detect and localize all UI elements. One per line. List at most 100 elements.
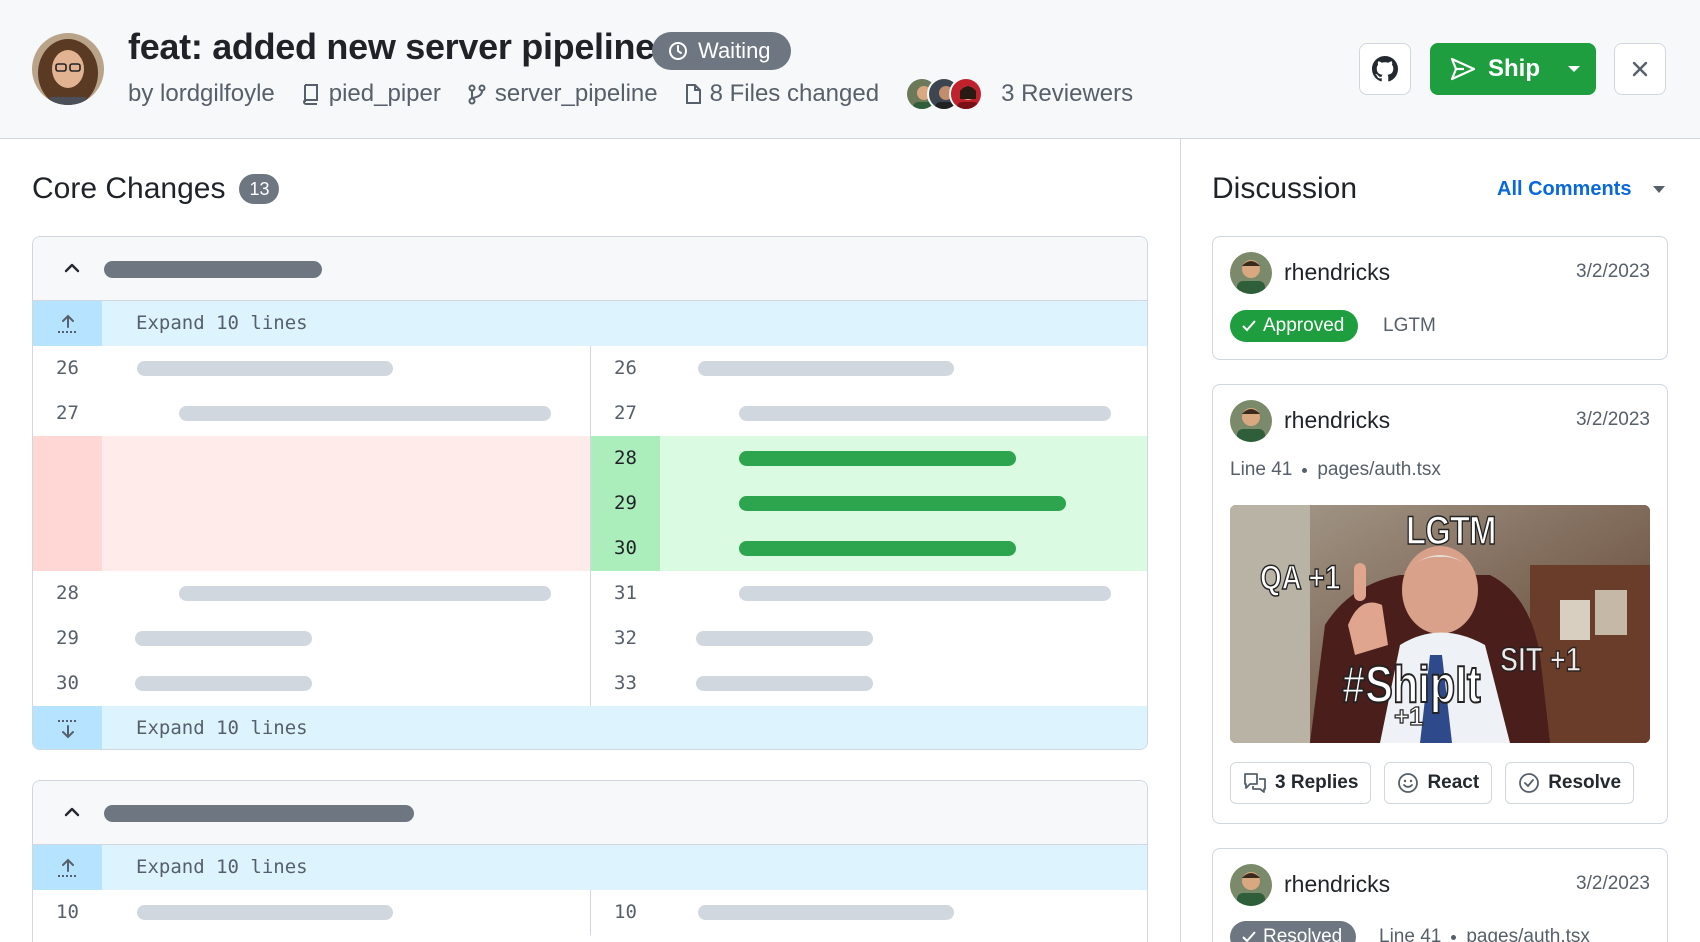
expand-label: Expand 10 lines [136,856,308,878]
comment-location[interactable]: Line 41 pages/auth.tsx [1230,459,1441,481]
code-placeholder [739,496,1066,511]
expand-up-row[interactable]: Expand 10 lines [33,845,1147,890]
replies-button[interactable]: 3 Replies [1230,762,1372,804]
github-button[interactable] [1359,43,1411,95]
react-label: React [1427,772,1480,793]
comment-card: rhendricks 3/2/2023 Approved LGTM [1212,236,1668,360]
line-number: 29 [56,627,79,649]
comment-location[interactable]: Line 41 pages/auth.tsx [1379,926,1590,942]
expand-label: Expand 10 lines [136,312,308,334]
ship-label: Ship [1488,55,1540,82]
code-placeholder [696,631,873,646]
status-badge: Waiting [652,32,791,70]
code-placeholder [739,541,1016,556]
panel-divider [1180,139,1181,942]
clock-icon [669,42,687,60]
code-placeholder [137,361,393,376]
diff-left: 30 [33,661,590,706]
chevron-up-icon [64,263,80,273]
author-label: by lordgilfoyle [128,80,275,107]
diff-file-card: Expand 10 lines 26 26 27 27 28 29 30 28 … [32,236,1148,750]
changes-count-badge: 13 [239,174,280,204]
reviewers[interactable]: 3 Reviewers [905,77,1133,111]
file-name-placeholder [104,261,322,278]
react-button[interactable]: React [1384,762,1493,804]
author-avatar[interactable] [32,33,104,105]
resolved-label: Resolved [1263,926,1343,942]
diff-row: 26 26 [33,346,1147,391]
diff-row: 28 31 [33,571,1147,616]
pr-header: feat: added new server pipeline Waiting … [0,0,1700,139]
meme-gif-image: LGTM QA +1 #ShipIt SIT +1 +1 [1230,505,1650,743]
repo-label: pied_piper [328,80,441,107]
code-placeholder [698,361,954,376]
approved-badge: Approved [1230,310,1359,342]
expand-down-row[interactable]: Expand 10 lines [33,706,1147,749]
check-icon [1242,931,1256,942]
repo[interactable]: pied_piper [301,80,441,108]
expand-up-button[interactable] [33,301,102,346]
expand-label: Expand 10 lines [136,717,308,739]
line-number: 31 [614,582,637,604]
chevron-up-icon [64,807,80,817]
file-name-placeholder [104,805,414,822]
resolved-badge: Resolved [1230,921,1357,942]
ship-main-button[interactable]: Ship [1430,55,1552,83]
branch[interactable]: server_pipeline [467,80,658,108]
replies-label: 3 Replies [1275,772,1359,793]
diff-row: 29 32 [33,616,1147,661]
line-number: 30 [56,672,79,694]
diff-right: 31 [590,571,1147,616]
comment-username[interactable]: rhendricks [1284,407,1390,434]
ship-dropdown-button[interactable] [1552,43,1596,95]
line-number: 27 [614,402,637,424]
line-number: 27 [56,402,79,424]
commenter-avatar[interactable] [1230,252,1272,294]
replies-icon [1244,773,1266,793]
expand-down-button[interactable] [33,706,102,749]
status-label: Waiting [698,38,771,63]
diff-left: 26 [33,346,590,391]
collapse-button[interactable] [59,799,85,825]
code-placeholder [135,676,312,691]
check-icon [1242,320,1256,332]
diff-left: 27 [33,391,590,436]
code-placeholder [739,451,1016,466]
resolve-label: Resolve [1548,772,1622,793]
comment-date: 3/2/2023 [1576,873,1650,894]
resolve-button[interactable]: Resolve [1505,762,1635,804]
gif-caption: SIT +1 [1499,640,1581,680]
expand-up-row[interactable]: Expand 10 lines [33,301,1147,346]
separator-dot [1302,467,1308,473]
commenter-avatar[interactable] [1230,400,1272,442]
comment-filter-dropdown[interactable]: All Comments [1497,178,1666,201]
diff-left-empty [33,436,590,481]
caret-down-icon [1653,186,1666,193]
close-button[interactable] [1614,43,1666,95]
line-number: 10 [56,901,79,923]
line-number: 28 [56,582,79,604]
comment-card: rhendricks 3/2/2023 Resolved Line 41 pag… [1212,848,1668,942]
diff-row-added: 28 [33,436,1147,481]
collapse-button[interactable] [59,255,85,281]
diff-left: 29 [33,616,590,661]
commenter-avatar[interactable] [1230,864,1272,906]
ship-button[interactable]: Ship [1430,43,1596,95]
code-placeholder [137,905,393,920]
gif-caption: LGTM [1405,508,1497,554]
author[interactable]: by lordgilfoyle [128,80,275,108]
comment-username[interactable]: rhendricks [1284,871,1390,898]
diff-left: 28 [33,571,590,616]
diff-row: 27 27 [33,391,1147,436]
comment-username[interactable]: rhendricks [1284,259,1390,286]
line-number: 30 [591,526,660,571]
comment-actions: 3 Replies React Resolve [1230,762,1635,804]
code-placeholder [179,586,551,601]
expand-up-button[interactable] [33,845,102,890]
send-icon [1450,57,1476,81]
diff-right: 26 [590,346,1147,391]
files-changed[interactable]: 8 Files changed [684,80,879,108]
check-circle-icon [1519,773,1540,793]
comment-file: pages/auth.tsx [1317,459,1441,480]
separator-dot [1451,934,1457,940]
